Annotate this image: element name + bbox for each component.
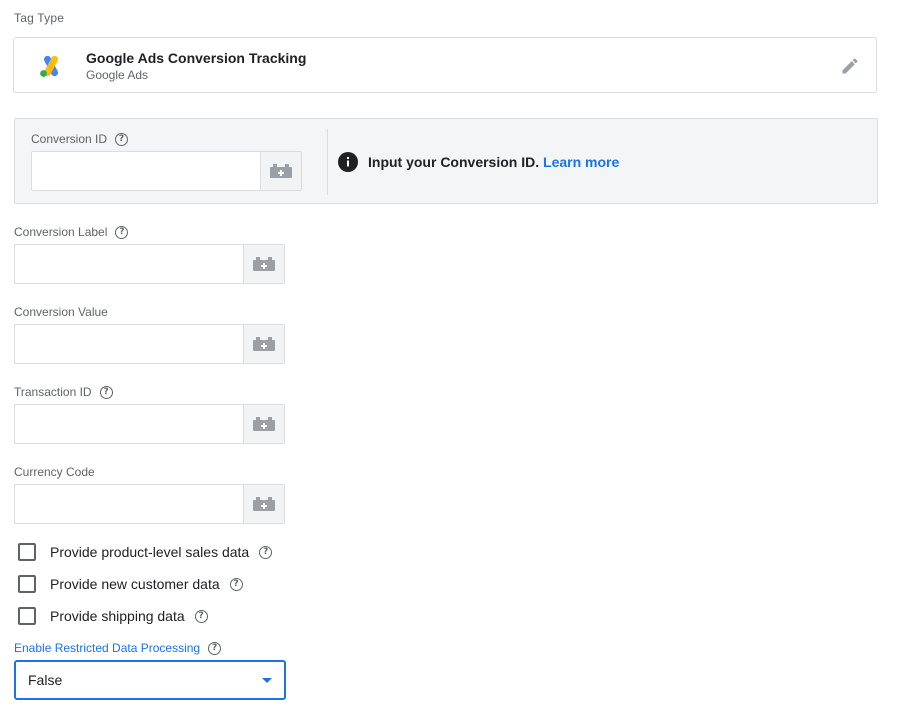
panel-divider [327, 129, 328, 195]
checkbox-new-customer-data[interactable]: Provide new customer data ? [18, 575, 243, 593]
currency-code-label-row: Currency Code [14, 465, 95, 479]
conversion-id-info: Input your Conversion ID. Learn more [368, 154, 619, 170]
currency-code-input-group [14, 484, 285, 524]
help-icon[interactable]: ? [115, 132, 129, 146]
restricted-data-select[interactable]: False [14, 660, 286, 700]
help-icon[interactable]: ? [259, 545, 273, 559]
dropdown-arrow-icon [262, 677, 272, 683]
checkbox-label: Provide shipping data [50, 608, 185, 624]
transaction-id-label: Transaction ID [14, 385, 92, 399]
pencil-edit-icon[interactable] [840, 56, 860, 76]
conversion-value-label-row: Conversion Value [14, 305, 108, 319]
select-value: False [28, 672, 63, 688]
conversion-label-input-group [14, 244, 285, 284]
checkbox-product-level-sales[interactable]: Provide product-level sales data ? [18, 543, 273, 561]
checkbox-label: Provide new customer data [50, 576, 220, 592]
variable-brick-icon [253, 497, 275, 511]
variable-brick-icon [253, 257, 275, 271]
tag-type-card[interactable]: Google Ads Conversion Tracking Google Ad… [13, 37, 877, 93]
conversion-value-input-group [14, 324, 285, 364]
tag-subtitle: Google Ads [86, 68, 149, 82]
restricted-data-label: Enable Restricted Data Processing [14, 641, 201, 655]
transaction-id-input-group [14, 404, 285, 444]
conversion-label-input[interactable] [15, 245, 243, 283]
checkbox[interactable] [18, 543, 36, 561]
currency-code-label: Currency Code [14, 465, 95, 479]
conversion-id-panel: Conversion ID ? Input your Conversion ID… [14, 118, 878, 204]
help-icon[interactable]: ? [208, 641, 222, 655]
variable-brick-icon [253, 417, 275, 431]
variable-picker-button[interactable] [260, 152, 301, 190]
help-icon[interactable]: ? [99, 385, 113, 399]
help-icon[interactable]: ? [115, 225, 129, 239]
checkbox[interactable] [18, 575, 36, 593]
checkbox-label: Provide product-level sales data [50, 544, 250, 560]
tag-type-label: Tag Type [14, 11, 65, 25]
info-message: Input your Conversion ID. [368, 154, 540, 170]
transaction-id-label-row: Transaction ID ? [14, 385, 113, 399]
checkbox-shipping-data[interactable]: Provide shipping data ? [18, 607, 208, 625]
conversion-value-label: Conversion Value [14, 305, 108, 319]
currency-code-input[interactable] [15, 485, 243, 523]
conversion-id-input-group [31, 151, 302, 191]
conversion-id-label: Conversion ID [31, 132, 108, 146]
variable-picker-button[interactable] [243, 325, 284, 363]
variable-picker-button[interactable] [243, 485, 284, 523]
variable-picker-button[interactable] [243, 405, 284, 443]
conversion-id-label-row: Conversion ID ? [31, 132, 129, 146]
variable-picker-button[interactable] [243, 245, 284, 283]
help-icon[interactable]: ? [194, 609, 208, 623]
variable-brick-icon [253, 337, 275, 351]
restricted-data-label-row: Enable Restricted Data Processing ? [14, 641, 222, 655]
transaction-id-input[interactable] [15, 405, 243, 443]
google-ads-logo-icon [40, 55, 59, 77]
help-icon[interactable]: ? [229, 577, 243, 591]
conversion-label-label-row: Conversion Label ? [14, 225, 129, 239]
conversion-value-input[interactable] [15, 325, 243, 363]
learn-more-link[interactable]: Learn more [543, 154, 619, 170]
conversion-id-input[interactable] [32, 152, 260, 190]
conversion-label-label: Conversion Label [14, 225, 108, 239]
info-icon [338, 152, 358, 172]
checkbox[interactable] [18, 607, 36, 625]
variable-brick-icon [270, 164, 292, 178]
tag-title: Google Ads Conversion Tracking [86, 50, 307, 66]
